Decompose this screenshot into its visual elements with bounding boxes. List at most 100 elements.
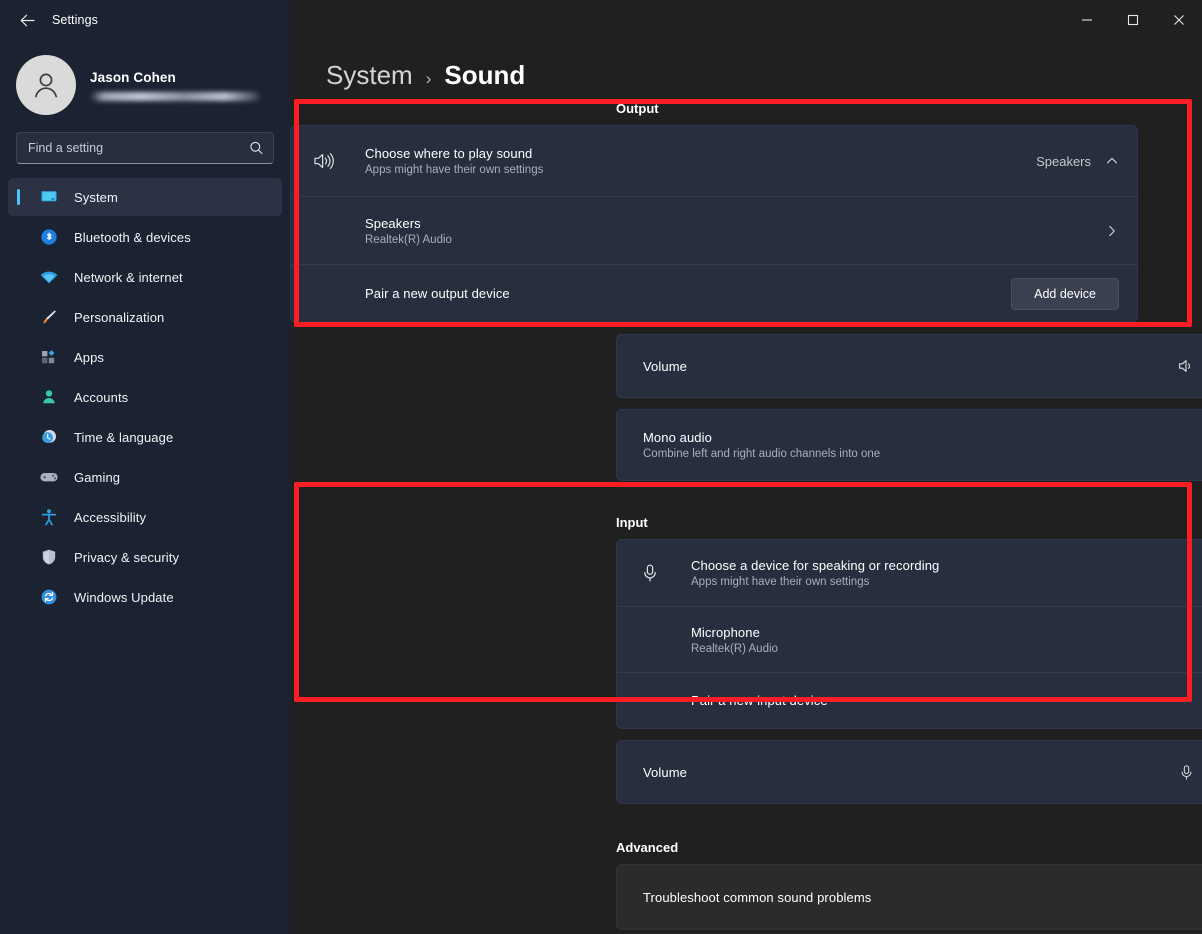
update-icon (38, 587, 60, 607)
sidebar-item-label: Windows Update (74, 590, 174, 605)
input-choose-subtitle: Apps might have their own settings (691, 576, 1202, 588)
output-device-dropdown[interactable]: Speakers (1036, 154, 1119, 169)
title-bar-left: Settings (0, 0, 290, 40)
sidebar-item-personalization[interactable]: Personalization (8, 298, 282, 336)
gamepad-icon (38, 467, 60, 487)
sidebar-item-apps[interactable]: Apps (8, 338, 282, 376)
window-body: Jason Cohen (0, 40, 1202, 934)
output-device-text: Speakers Realtek(R) Audio (309, 216, 1105, 246)
brush-icon (38, 307, 60, 327)
input-device-text: Microphone Realtek(R) Audio (635, 625, 1202, 655)
account-email-redacted (90, 92, 262, 101)
output-device-subtitle: Realtek(R) Audio (365, 234, 1105, 246)
sidebar-item-label: Personalization (74, 310, 164, 325)
output-selected-device: Speakers (1036, 154, 1091, 169)
troubleshoot-title: Troubleshoot common sound problems (643, 890, 1202, 905)
chevron-up-icon (1105, 154, 1119, 168)
title-bar-drag-region (290, 0, 1064, 40)
sidebar-item-accounts[interactable]: Accounts (8, 378, 282, 416)
input-volume-label: Volume (643, 765, 1175, 780)
output-volume-row: Volume 32 (617, 335, 1202, 397)
output-device-expand[interactable] (1105, 224, 1119, 238)
input-device-subtitle: Realtek(R) Audio (691, 643, 1202, 655)
search-box[interactable] (16, 132, 274, 164)
output-section-title: Output (290, 101, 1202, 116)
sidebar-item-label: System (74, 190, 118, 205)
output-device-title: Speakers (365, 216, 1105, 231)
input-choose-row[interactable]: Choose a device for speaking or recordin… (617, 540, 1202, 606)
shield-icon (38, 547, 60, 567)
settings-window: Settings (0, 0, 1202, 934)
sidebar-item-label: Gaming (74, 470, 120, 485)
breadcrumb-separator: › (426, 69, 432, 89)
input-volume-text: Volume (635, 765, 1175, 780)
advanced-section-title: Advanced (290, 840, 1202, 855)
bluetooth-icon (38, 227, 60, 247)
input-volume-slider-group[interactable]: 99 (1175, 764, 1202, 781)
search-wrapper (0, 114, 290, 164)
add-output-device-button[interactable]: Add device (1011, 278, 1119, 310)
sidebar-item-label: Accounts (74, 390, 128, 405)
microphone-icon[interactable] (1175, 764, 1197, 781)
minimize-button[interactable] (1064, 0, 1110, 40)
account-name: Jason Cohen (90, 70, 262, 85)
output-pair-text: Pair a new output device (309, 286, 1011, 301)
back-button[interactable] (10, 5, 44, 35)
sidebar-item-system[interactable]: System (8, 178, 282, 216)
page-title: Sound (444, 60, 525, 91)
chevron-right-icon (1105, 224, 1119, 238)
wifi-icon (38, 267, 60, 287)
speaker-icon (309, 151, 339, 171)
sidebar-item-privacy-security[interactable]: Privacy & security (8, 538, 282, 576)
output-choose-title: Choose where to play sound (365, 146, 1036, 161)
microphone-icon (635, 563, 665, 583)
sidebar-item-label: Network & internet (74, 270, 183, 285)
sidebar: Jason Cohen (0, 40, 290, 934)
sidebar-item-accessibility[interactable]: Accessibility (8, 498, 282, 536)
maximize-button[interactable] (1110, 0, 1156, 40)
troubleshoot-text: Troubleshoot common sound problems (635, 890, 1202, 905)
sidebar-item-network-internet[interactable]: Network & internet (8, 258, 282, 296)
output-card: Choose where to play sound Apps might ha… (290, 125, 1138, 323)
account-block[interactable]: Jason Cohen (0, 40, 290, 114)
monitor-icon (38, 187, 60, 207)
window-title: Settings (52, 13, 98, 27)
person-icon (38, 387, 60, 407)
accessibility-icon (38, 507, 60, 527)
sidebar-item-windows-update[interactable]: Windows Update (8, 578, 282, 616)
output-device-row[interactable]: Speakers Realtek(R) Audio (291, 196, 1137, 264)
input-pair-title: Pair a new input device (691, 693, 1202, 708)
mono-audio-card: Mono audio Combine left and right audio … (616, 409, 1202, 481)
mono-audio-text: Mono audio Combine left and right audio … (635, 430, 1202, 460)
content-pane: System › Sound Output (290, 40, 1202, 934)
input-volume-card: Volume 99 (616, 740, 1202, 804)
clock-icon (38, 427, 60, 447)
input-pair-row: Pair a new input device Add device (617, 672, 1202, 728)
output-pair-title: Pair a new output device (365, 286, 1011, 301)
input-choose-text: Choose a device for speaking or recordin… (665, 558, 1202, 588)
close-button[interactable] (1156, 0, 1202, 40)
breadcrumb-parent[interactable]: System (326, 60, 413, 91)
output-choose-subtitle: Apps might have their own settings (365, 164, 1036, 176)
output-choose-row[interactable]: Choose where to play sound Apps might ha… (291, 126, 1137, 196)
sidebar-item-bluetooth-devices[interactable]: Bluetooth & devices (8, 218, 282, 256)
advanced-troubleshoot-card: Troubleshoot common sound problems Outpu… (616, 864, 1202, 930)
speaker-mute-icon[interactable] (1175, 358, 1197, 374)
account-text: Jason Cohen (90, 70, 262, 101)
settings-scroll-area: Output Choose where to play sound Apps m… (290, 101, 1202, 934)
input-section-title: Input (290, 515, 1202, 530)
title-bar: Settings (0, 0, 1202, 40)
output-volume-slider-group[interactable]: 32 (1175, 358, 1202, 374)
input-volume-row: Volume 99 (617, 741, 1202, 803)
input-device-row[interactable]: Microphone Realtek(R) Audio (617, 606, 1202, 672)
sidebar-item-time-language[interactable]: Time & language (8, 418, 282, 456)
breadcrumb: System › Sound (290, 40, 1202, 101)
output-pair-row: Pair a new output device Add device (291, 264, 1137, 322)
apps-icon (38, 347, 60, 367)
troubleshoot-row: Troubleshoot common sound problems Outpu… (617, 865, 1202, 929)
sidebar-item-gaming[interactable]: Gaming (8, 458, 282, 496)
window-controls (1064, 0, 1202, 40)
search-input[interactable] (17, 141, 273, 155)
search-icon (249, 141, 264, 156)
mono-audio-title: Mono audio (643, 430, 1202, 445)
